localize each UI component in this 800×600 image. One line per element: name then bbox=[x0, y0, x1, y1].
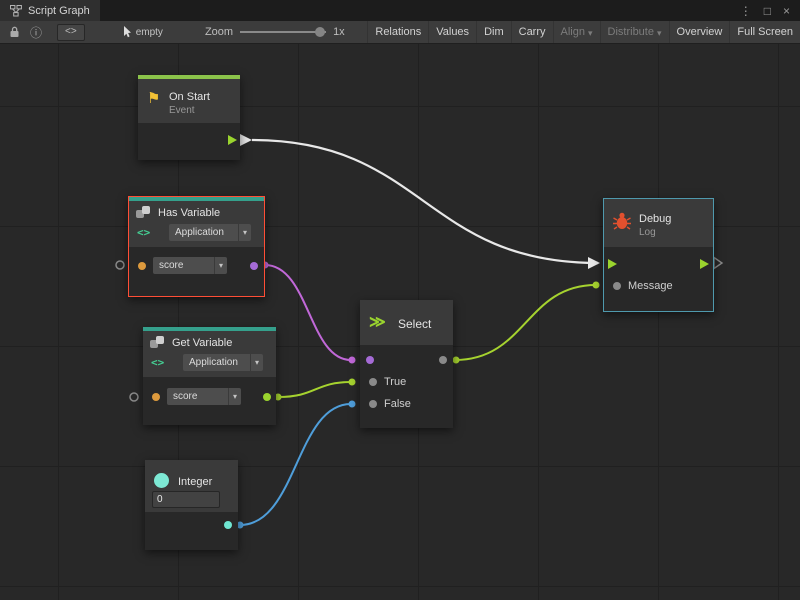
condition-input-port[interactable] bbox=[366, 356, 374, 364]
flow-output-port[interactable] bbox=[700, 259, 709, 269]
tab-bar: Script Graph ⋮ □ × bbox=[0, 0, 800, 21]
carry-button[interactable]: Carry bbox=[511, 21, 553, 43]
tab-title: Script Graph bbox=[28, 5, 90, 17]
unconnected-input-port[interactable] bbox=[130, 393, 138, 401]
variable-name-dropdown[interactable]: score ▾ bbox=[167, 388, 241, 405]
chevron-down-icon: ▾ bbox=[228, 388, 241, 405]
zoom-slider[interactable] bbox=[240, 31, 326, 33]
scope-dropdown[interactable]: Application ▾ bbox=[169, 224, 251, 241]
value-output-port[interactable] bbox=[263, 393, 271, 401]
unconnected-input-port[interactable] bbox=[116, 261, 124, 269]
node-integer[interactable]: Integer 0 bbox=[145, 460, 238, 550]
node-subtitle: Event bbox=[169, 105, 195, 116]
flow-out-arrowhead bbox=[240, 134, 252, 146]
node-has-variable[interactable]: Has Variable <> Application ▾ score ▾ bbox=[128, 196, 265, 297]
zoom-slider-handle[interactable] bbox=[315, 27, 325, 37]
maximize-icon[interactable]: □ bbox=[764, 4, 771, 18]
wire-hasvariable-to-select[interactable] bbox=[265, 265, 351, 360]
wire-endpoint bbox=[349, 401, 356, 408]
chevron-down-icon: ▾ bbox=[214, 257, 227, 274]
zoom-label: Zoom bbox=[205, 26, 233, 38]
variable-name-input-port[interactable] bbox=[138, 262, 146, 270]
variables-icon bbox=[150, 336, 168, 352]
event-accent-bar bbox=[138, 75, 240, 79]
chevron-down-icon: ▾ bbox=[588, 28, 593, 39]
chevron-down-icon: ▾ bbox=[657, 28, 662, 39]
node-get-variable[interactable]: Get Variable <> Application ▾ score ▾ bbox=[143, 327, 276, 425]
false-port-label: False bbox=[384, 398, 411, 410]
graph-canvas[interactable]: ⚑ On Start Event Has Variable <> Applica… bbox=[0, 44, 800, 600]
select-icon: ≫ bbox=[369, 312, 386, 332]
scope-brackets-icon: <> bbox=[151, 356, 164, 369]
flow-input-port[interactable] bbox=[608, 259, 617, 269]
graph-toolbar: ⓘ <> empty Zoom 1x Relations Values Dim … bbox=[0, 21, 800, 44]
flow-output-port[interactable] bbox=[228, 135, 237, 145]
variable-accent-bar bbox=[143, 327, 276, 331]
scope-brackets-icon: <> bbox=[137, 226, 150, 239]
variable-accent-bar bbox=[129, 197, 264, 201]
node-on-start[interactable]: ⚑ On Start Event bbox=[138, 75, 240, 160]
relations-button[interactable]: Relations bbox=[367, 21, 428, 43]
menu-kebab-icon[interactable]: ⋮ bbox=[740, 4, 752, 18]
full-screen-button[interactable]: Full Screen bbox=[729, 21, 800, 43]
align-button[interactable]: Align ▾ bbox=[553, 21, 600, 43]
true-port-label: True bbox=[384, 376, 406, 388]
wire-endpoint bbox=[349, 379, 356, 386]
cursor-icon bbox=[123, 26, 132, 38]
wire-endpoint bbox=[349, 357, 356, 364]
result-output-port[interactable] bbox=[439, 356, 447, 364]
flag-icon: ⚑ bbox=[147, 89, 160, 107]
integer-output-port[interactable] bbox=[224, 521, 232, 529]
bug-icon bbox=[612, 211, 632, 231]
chevron-down-icon: ▾ bbox=[238, 224, 251, 241]
node-title: Select bbox=[398, 317, 431, 331]
selection-indicator: empty bbox=[123, 26, 163, 38]
values-button[interactable]: Values bbox=[428, 21, 476, 43]
dim-button[interactable]: Dim bbox=[476, 21, 511, 43]
integer-value-input[interactable]: 0 bbox=[152, 491, 220, 508]
selection-label: empty bbox=[136, 27, 163, 38]
node-title: On Start bbox=[169, 91, 210, 103]
variable-name-input-port[interactable] bbox=[152, 393, 160, 401]
scope-dropdown[interactable]: Application ▾ bbox=[183, 354, 263, 371]
wire-getvariable-to-select[interactable] bbox=[278, 382, 351, 397]
integer-literal-icon bbox=[154, 473, 169, 488]
chevron-down-icon: ▾ bbox=[250, 354, 263, 371]
unconnected-flow-output[interactable] bbox=[714, 258, 722, 269]
message-input-port[interactable] bbox=[613, 282, 621, 290]
script-graph-icon bbox=[10, 5, 22, 17]
wire-endpoint bbox=[593, 282, 600, 289]
info-icon[interactable]: ⓘ bbox=[30, 24, 42, 41]
wire-onstart-to-debug[interactable] bbox=[252, 140, 598, 263]
overview-button[interactable]: Overview bbox=[669, 21, 730, 43]
variable-name-dropdown[interactable]: score ▾ bbox=[153, 257, 227, 274]
flow-in-arrowhead bbox=[588, 257, 600, 269]
connections-toggle[interactable]: <> bbox=[57, 24, 85, 41]
message-port-label: Message bbox=[628, 280, 673, 292]
true-input-port[interactable] bbox=[369, 378, 377, 386]
bool-output-port[interactable] bbox=[250, 262, 258, 270]
node-title: Has Variable bbox=[158, 207, 220, 219]
node-title: Debug bbox=[639, 213, 671, 225]
node-title: Get Variable bbox=[172, 337, 232, 349]
tab-script-graph[interactable]: Script Graph bbox=[0, 0, 100, 21]
wire-endpoint bbox=[453, 357, 460, 364]
zoom-value: 1x bbox=[333, 26, 345, 38]
toolbar-button-group: Relations Values Dim Carry Align ▾ Distr… bbox=[367, 21, 800, 43]
node-subtitle: Log bbox=[639, 227, 656, 238]
node-debug-log[interactable]: Debug Log Message bbox=[603, 198, 714, 312]
close-icon[interactable]: × bbox=[783, 4, 790, 18]
node-select[interactable]: ≫ Select True False bbox=[360, 300, 453, 428]
node-title: Integer bbox=[178, 476, 212, 488]
false-input-port[interactable] bbox=[369, 400, 377, 408]
lock-icon[interactable] bbox=[9, 26, 20, 38]
window-controls: ⋮ □ × bbox=[730, 0, 800, 21]
variables-icon bbox=[136, 206, 154, 222]
distribute-button[interactable]: Distribute ▾ bbox=[600, 21, 669, 43]
wire-select-to-debug-message[interactable] bbox=[455, 285, 596, 360]
